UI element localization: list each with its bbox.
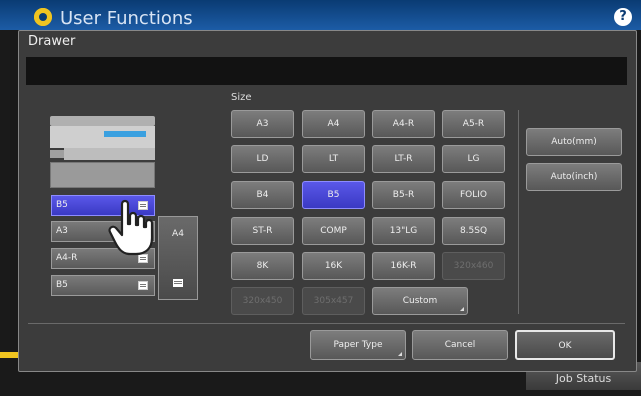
paper-stack-icon: [138, 281, 148, 290]
size-button-a4-r[interactable]: A4-R: [372, 110, 435, 138]
drawer-label: A4-R: [56, 253, 78, 263]
divider-horizontal: [28, 323, 625, 324]
size-button-16k-r[interactable]: 16K-R: [372, 252, 435, 280]
size-button-st-r[interactable]: ST-R: [231, 217, 294, 245]
size-button-lt-r[interactable]: LT-R: [372, 145, 435, 173]
copier-control-panel: [50, 126, 155, 148]
size-button-b5[interactable]: B5: [302, 181, 365, 209]
ok-button[interactable]: OK: [515, 330, 615, 360]
size-label: Size: [231, 92, 252, 103]
copier-base: [50, 162, 155, 188]
submenu-corner-icon: [460, 307, 464, 311]
paper-type-button[interactable]: Paper Type: [310, 330, 406, 360]
size-button-320x460: 320x460: [442, 252, 505, 280]
size-button-a3[interactable]: A3: [231, 110, 294, 138]
custom-size-button[interactable]: Custom: [372, 287, 468, 315]
drawer-label: B5: [56, 200, 68, 210]
size-button-8-5sq[interactable]: 8.5SQ: [442, 217, 505, 245]
auto-inch-button[interactable]: Auto(inch): [526, 163, 622, 191]
custom-label: Custom: [402, 296, 438, 306]
drawer-label: A3: [56, 226, 68, 236]
copier-body: [64, 148, 155, 160]
size-button-lg[interactable]: LG: [442, 145, 505, 173]
drawer-4-button[interactable]: B5: [51, 275, 155, 296]
size-button-lt[interactable]: LT: [302, 145, 365, 173]
help-icon[interactable]: ?: [614, 8, 632, 26]
copier-top: [50, 116, 155, 126]
dialog-title: Drawer: [28, 34, 76, 49]
size-button-a5-r[interactable]: A5-R: [442, 110, 505, 138]
app-title: User Functions: [60, 8, 193, 29]
size-button-folio[interactable]: FOLIO: [442, 181, 505, 209]
size-button-a4[interactable]: A4: [302, 110, 365, 138]
size-button-13lg[interactable]: 13"LG: [372, 217, 435, 245]
size-button-b5-r[interactable]: B5-R: [372, 181, 435, 209]
auto-mm-button[interactable]: Auto(mm): [526, 128, 622, 156]
size-button-8k[interactable]: 8K: [231, 252, 294, 280]
size-button-b4[interactable]: B4: [231, 181, 294, 209]
size-button-320x450: 320x450: [231, 287, 294, 315]
cancel-button[interactable]: Cancel: [412, 330, 508, 360]
accent-strip: [0, 352, 20, 358]
message-bar: [26, 57, 627, 85]
paper-stack-icon: [173, 279, 183, 287]
size-button-comp[interactable]: COMP: [302, 217, 365, 245]
size-button-305x457: 305x457: [302, 287, 365, 315]
bypass-label: A4: [172, 229, 184, 239]
submenu-corner-icon: [398, 352, 402, 356]
drawer-label: B5: [56, 280, 68, 290]
size-button-16k[interactable]: 16K: [302, 252, 365, 280]
bypass-tray-button[interactable]: A4: [158, 216, 198, 300]
user-functions-gear-icon: [34, 8, 52, 26]
size-button-ld[interactable]: LD: [231, 145, 294, 173]
paper-type-label: Paper Type: [333, 340, 383, 350]
hand-pointer-icon: [108, 199, 154, 256]
copier-screen: [104, 131, 146, 137]
divider-vertical: [518, 110, 519, 314]
